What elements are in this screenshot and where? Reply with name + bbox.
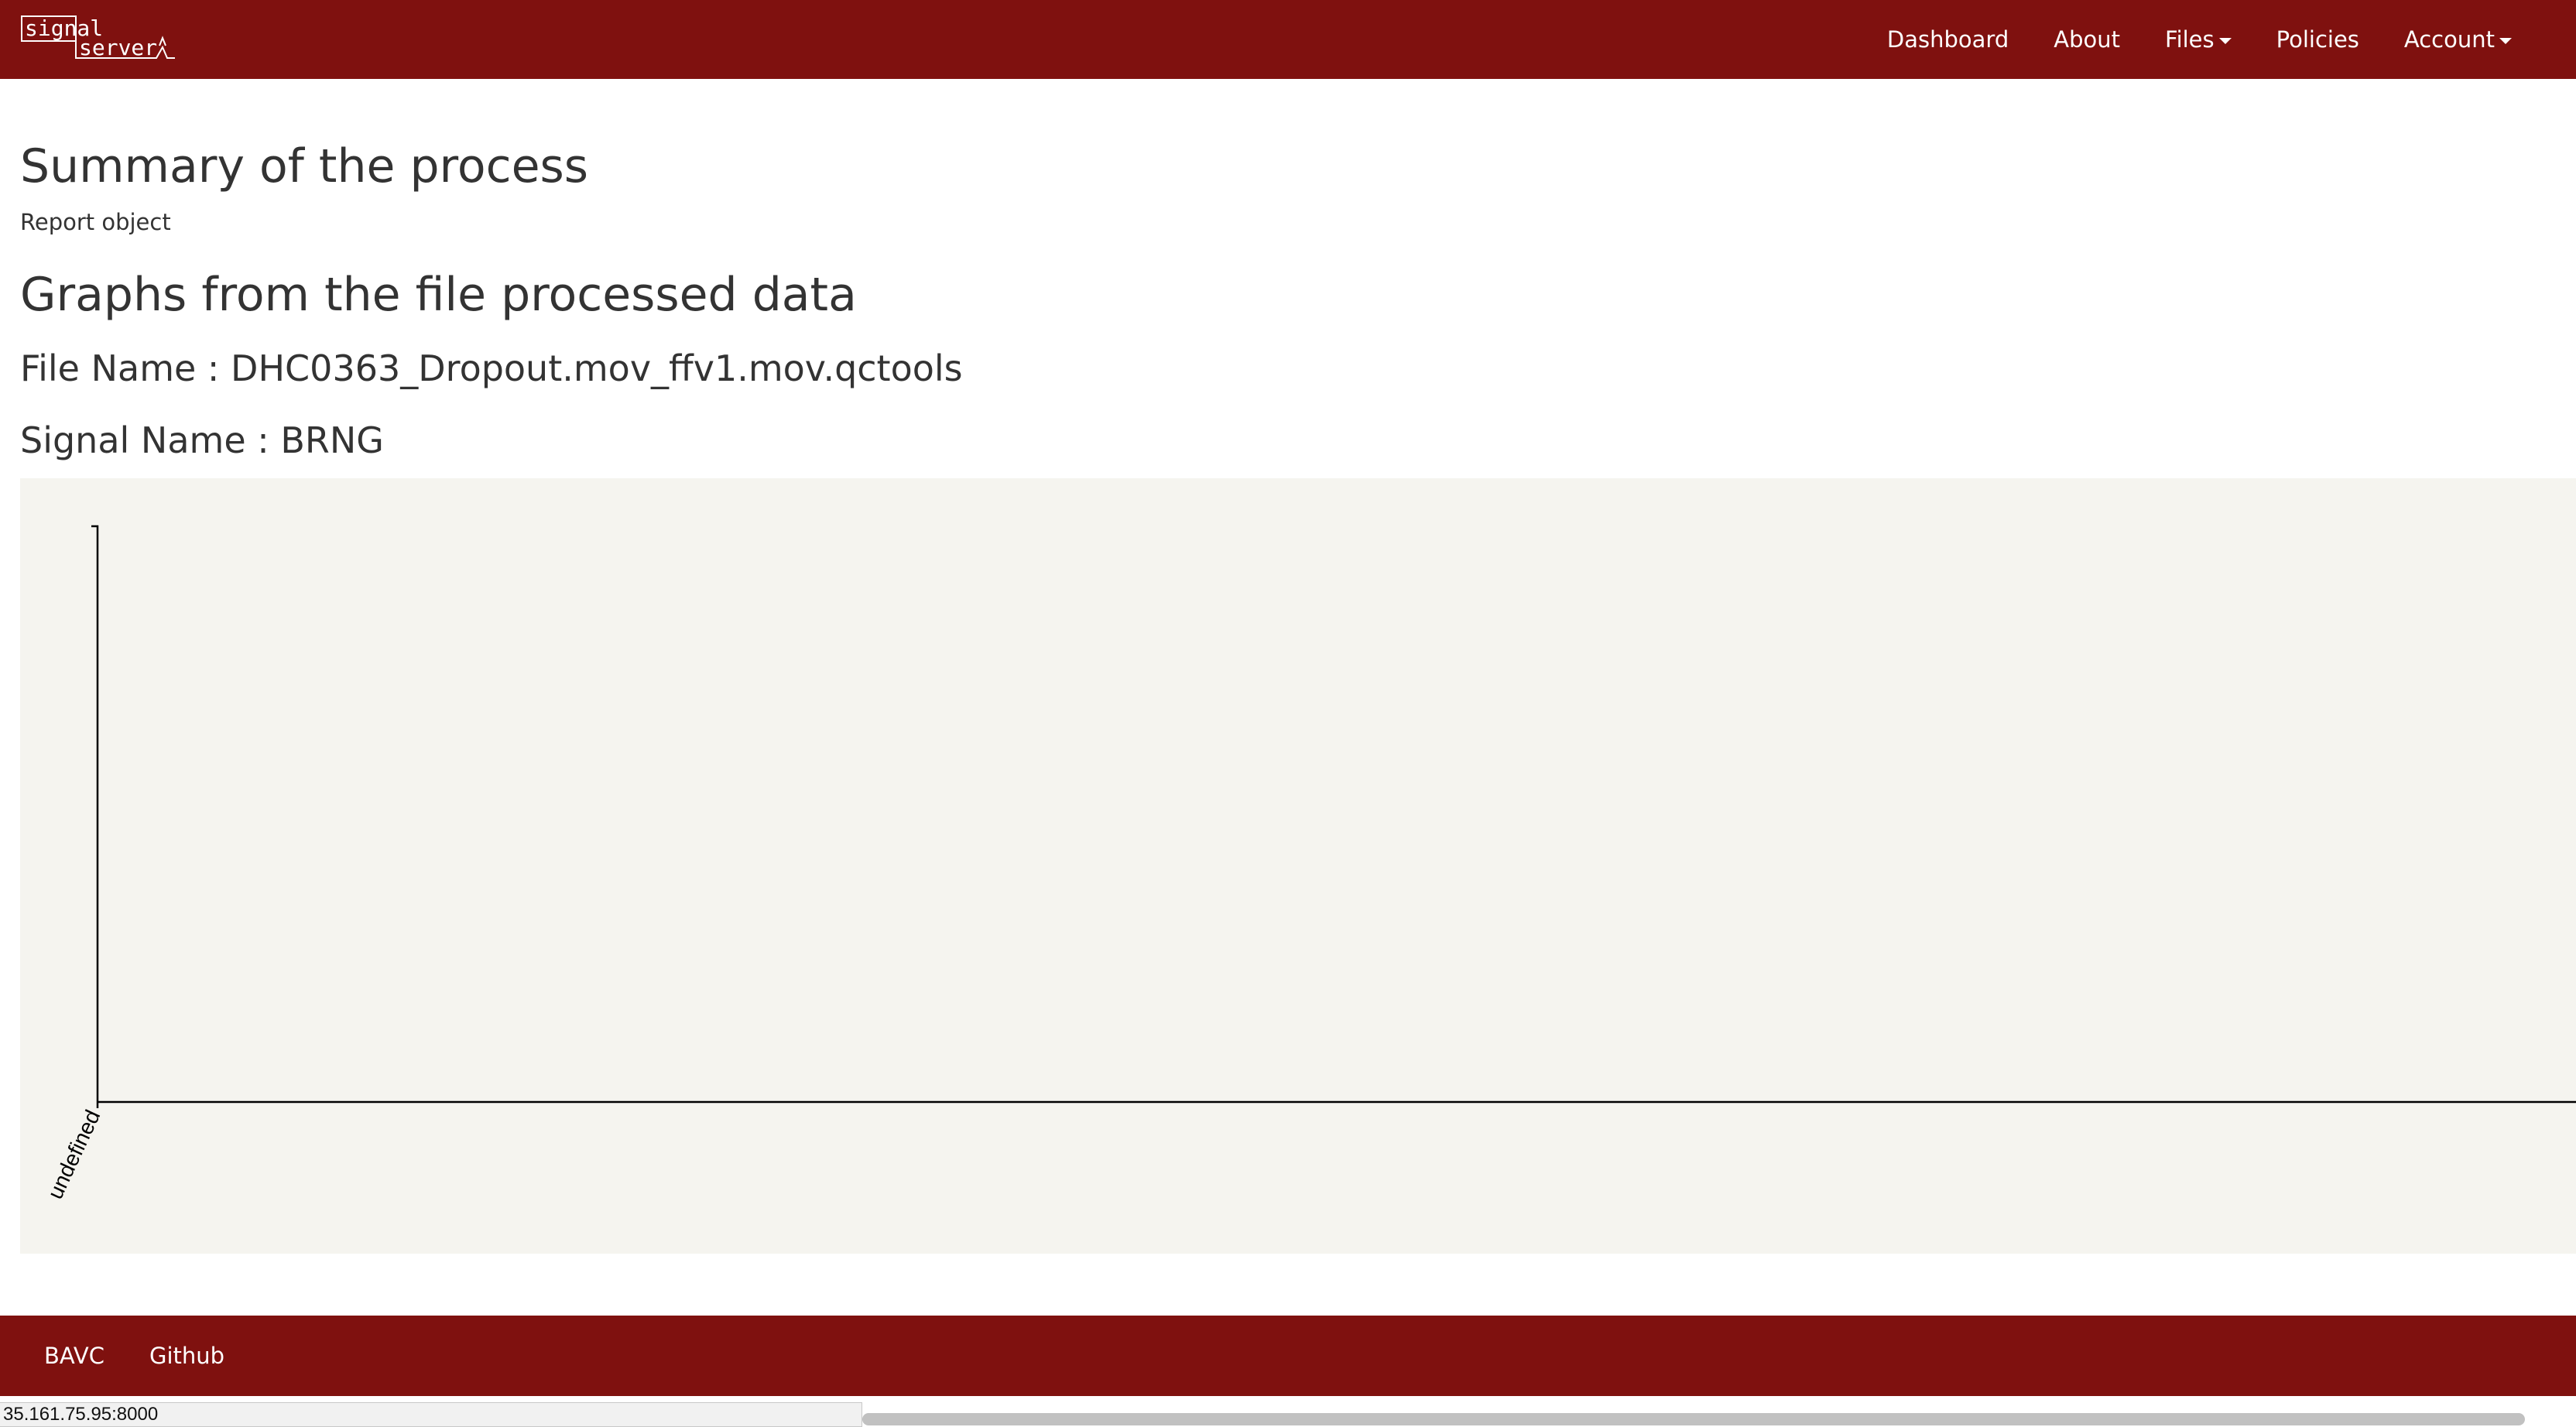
signal-chart: undefined: [20, 478, 2576, 1254]
signal-chart-svg: undefined: [43, 525, 2576, 1203]
signalserver-logo[interactable]: signal server: [20, 15, 180, 64]
y-axis: [91, 525, 99, 1102]
nav-menu: Dashboard About Files Policies Account: [1865, 0, 2534, 79]
report-object-text: Report object: [20, 209, 171, 235]
footer-link-bavc[interactable]: BAVC: [22, 1343, 127, 1369]
signal-name-heading: Signal Name : BRNG: [20, 419, 384, 461]
x-tick-label: undefined: [43, 1106, 104, 1203]
caret-down-icon: [2499, 37, 2512, 44]
summary-heading: Summary of the process: [20, 139, 589, 193]
browser-status-url: 35.161.75.95:8000: [0, 1402, 862, 1427]
footer-link-github[interactable]: Github: [127, 1343, 247, 1369]
nav-files-label: Files: [2165, 26, 2215, 53]
signalserver-logo-mark: signal server: [21, 15, 175, 60]
nav-about[interactable]: About: [2031, 0, 2143, 79]
nav-policies-label: Policies: [2276, 26, 2359, 53]
caret-down-icon: [2218, 37, 2232, 44]
nav-dashboard[interactable]: Dashboard: [1865, 0, 2031, 79]
nav-account-label: Account: [2403, 26, 2495, 53]
brand-bottom-text: server: [79, 35, 157, 60]
nav-about-label: About: [2054, 26, 2120, 53]
nav-dashboard-label: Dashboard: [1886, 26, 2009, 53]
nav-files-dropdown[interactable]: Files: [2143, 0, 2254, 79]
nav-account-dropdown[interactable]: Account: [2382, 0, 2534, 79]
horizontal-scrollbar-thumb[interactable]: [862, 1413, 2525, 1425]
top-navbar: signal server Dashboard About Files Poli…: [0, 0, 2576, 79]
file-name-heading: File Name : DHC0363_Dropout.mov_ffv1.mov…: [20, 347, 963, 389]
graphs-heading: Graphs from the file processed data: [20, 268, 857, 322]
nav-policies[interactable]: Policies: [2254, 0, 2382, 79]
footer: BAVC Github: [0, 1316, 2576, 1396]
